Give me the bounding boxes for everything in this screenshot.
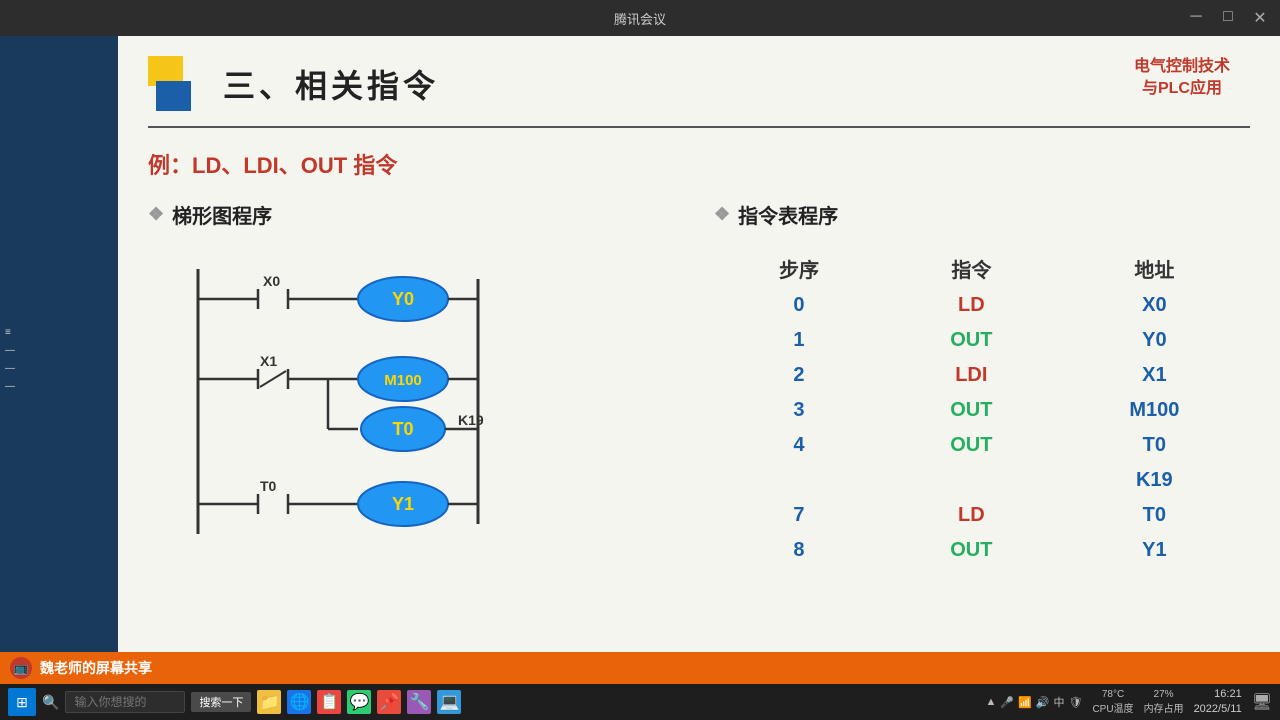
main-window: 腾讯会议 三、相关指令 电气控制技术 与PLC应用 例：LD、LDI、OUT 指… [118, 36, 1280, 684]
window-title: 腾讯会议 [614, 9, 666, 28]
diamond-icon-2: ❖ [714, 204, 730, 225]
cell-step: 0 [714, 288, 884, 323]
svg-text:Y0: Y0 [392, 289, 414, 309]
svg-text:T0: T0 [260, 478, 277, 494]
cell-step: 3 [714, 393, 884, 428]
taskbar-app-icons: 📁 🌐 📋 💬 📌 🔧 💻 [257, 690, 461, 714]
cell-step: 4 [714, 428, 884, 463]
col-step: 步序 [714, 249, 884, 288]
cell-cmd: OUT [884, 428, 1059, 463]
logo-blue [156, 81, 191, 111]
cell-step: 8 [714, 533, 884, 568]
close-button[interactable]: ✕ [1250, 8, 1270, 28]
table-row: 0LDX0 [714, 288, 1250, 323]
notifications-icon[interactable]: 🖥 [1252, 692, 1272, 712]
svg-text:K19: K19 [458, 412, 484, 428]
cell-step: 1 [714, 323, 884, 358]
cell-cmd: OUT [884, 393, 1059, 428]
slide-header: 三、相关指令 电气控制技术 与PLC应用 [148, 56, 1250, 111]
table-row: 7LDT0 [714, 498, 1250, 533]
orange-bar: 📺 魏老师的屏幕共享 [0, 652, 1280, 684]
col-cmd: 指令 [884, 249, 1059, 288]
app5-icon[interactable]: 💻 [437, 690, 461, 714]
search-icon: 🔍 [42, 694, 59, 711]
browser-icon[interactable]: 🌐 [287, 690, 311, 714]
cell-addr: T0 [1059, 498, 1250, 533]
table-row: 3OUTM100 [714, 393, 1250, 428]
svg-text:M100: M100 [384, 372, 422, 389]
diamond-icon: ❖ [148, 204, 164, 225]
ladder-section: ❖ 梯形图程序 X0 [148, 200, 684, 569]
svg-text:X0: X0 [263, 273, 280, 289]
meeting-icon: 📺 [10, 657, 32, 679]
start-button[interactable]: ⊞ [8, 688, 36, 716]
network-icon: 📶 [1018, 696, 1032, 709]
table-row: 4OUTT0 [714, 428, 1250, 463]
ladder-diagram: X0 Y0 X1 [148, 249, 528, 569]
sys-icon1: ▲ [985, 696, 996, 708]
cell-step [714, 463, 884, 498]
app1-icon[interactable]: 📋 [317, 690, 341, 714]
search-input[interactable] [65, 691, 185, 713]
antivirus-icon: 🛡 [1068, 696, 1082, 709]
svg-text:X1: X1 [260, 353, 277, 369]
mem-status: 27% 内存占用 [1144, 689, 1184, 715]
cell-cmd [884, 463, 1059, 498]
cell-cmd: LD [884, 498, 1059, 533]
content-row: ❖ 梯形图程序 X0 [148, 200, 1250, 569]
instruction-title: ❖ 指令表程序 [714, 200, 1250, 229]
cpu-status: 78°C CPU温度 [1092, 689, 1133, 715]
app3-icon[interactable]: 📌 [377, 690, 401, 714]
file-explorer-icon[interactable]: 📁 [257, 690, 281, 714]
sidebar-mini-controls: ≡ — — — [5, 324, 15, 396]
table-header-row: 步序 指令 地址 [714, 249, 1250, 288]
cell-cmd: OUT [884, 533, 1059, 568]
slide-title: 三、相关指令 [223, 61, 439, 107]
cell-step: 2 [714, 358, 884, 393]
mic-icon: 🎤 [1000, 696, 1014, 709]
window-controls[interactable]: ─ □ ✕ [1186, 8, 1270, 28]
title-divider [148, 126, 1250, 128]
cell-addr: Y1 [1059, 533, 1250, 568]
table-row: K19 [714, 463, 1250, 498]
maximize-button[interactable]: □ [1218, 8, 1238, 28]
minimize-button[interactable]: ─ [1186, 8, 1206, 28]
svg-text:T0: T0 [392, 419, 413, 439]
taskbar-right: ▲ 🎤 📶 🔊 中 🛡 78°C CPU温度 27% 内存占用 16:21 20… [985, 687, 1272, 718]
cell-step: 7 [714, 498, 884, 533]
col-addr: 地址 [1059, 249, 1250, 288]
cell-addr: X1 [1059, 358, 1250, 393]
cell-cmd: OUT [884, 323, 1059, 358]
cell-addr: T0 [1059, 428, 1250, 463]
slide-content: 三、相关指令 电气控制技术 与PLC应用 例：LD、LDI、OUT 指令 ❖ 梯… [118, 36, 1280, 684]
cell-addr: X0 [1059, 288, 1250, 323]
left-panel: ≡ — — — [0, 36, 118, 684]
svg-text:Y1: Y1 [392, 494, 414, 514]
example-label: 例：LD、LDI、OUT 指令 [148, 148, 1250, 180]
cell-cmd: LDI [884, 358, 1059, 393]
brand-box: 电气控制技术 与PLC应用 [1134, 56, 1230, 101]
speaker-icon: 🔊 [1036, 696, 1050, 709]
title-bar: 腾讯会议 ─ □ ✕ [0, 0, 1280, 36]
app4-icon[interactable]: 🔧 [407, 690, 431, 714]
app2-icon[interactable]: 💬 [347, 690, 371, 714]
logo-box [148, 56, 208, 111]
instruction-section: ❖ 指令表程序 步序 指令 地址 0LDX01OUTY02LDIX13OUTM1… [714, 200, 1250, 569]
cell-addr: Y0 [1059, 323, 1250, 358]
table-row: 1OUTY0 [714, 323, 1250, 358]
cell-cmd: LD [884, 288, 1059, 323]
lang-icon: 中 [1053, 694, 1064, 710]
cell-addr: M100 [1059, 393, 1250, 428]
sharing-label: 魏老师的屏幕共享 [40, 658, 152, 678]
instruction-table: 步序 指令 地址 0LDX01OUTY02LDIX13OUTM1004OUTT0… [714, 249, 1250, 568]
taskbar: ⊞ 🔍 搜索一下 📁 🌐 📋 💬 📌 🔧 💻 ▲ 🎤 📶 🔊 中 🛡 78°C … [0, 684, 1280, 720]
ladder-title: ❖ 梯形图程序 [148, 200, 684, 229]
table-row: 8OUTY1 [714, 533, 1250, 568]
cell-addr: K19 [1059, 463, 1250, 498]
table-row: 2LDIX1 [714, 358, 1250, 393]
search-button[interactable]: 搜索一下 [191, 692, 251, 712]
taskbar-clock: 16:21 2022/5/11 [1194, 687, 1242, 718]
ladder-svg: X0 Y0 X1 [148, 249, 528, 569]
